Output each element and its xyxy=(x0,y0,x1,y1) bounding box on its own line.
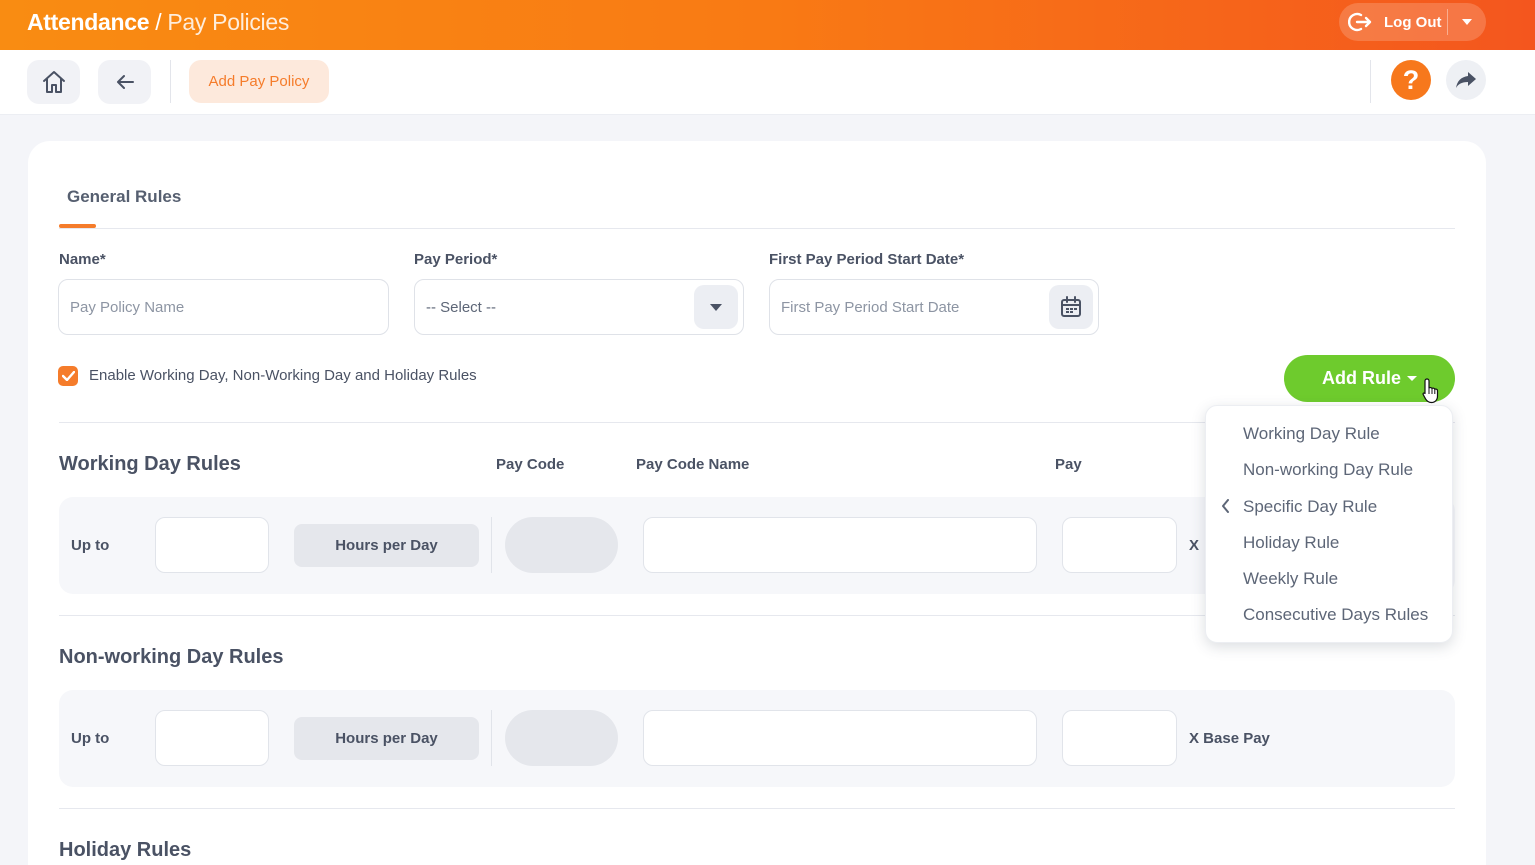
column-header-pay: Pay xyxy=(1055,456,1082,473)
chevron-left-icon xyxy=(1222,499,1229,513)
pay-multiplier-input[interactable] xyxy=(1062,517,1177,573)
working-day-rules-title: Working Day Rules xyxy=(59,453,241,475)
pay-code-field[interactable] xyxy=(505,517,618,573)
section-divider xyxy=(59,808,1455,809)
enable-rules-label[interactable]: Enable Working Day, Non-Working Day and … xyxy=(89,367,477,384)
base-pay-label: X Base Pay xyxy=(1189,730,1270,747)
back-button[interactable] xyxy=(98,60,151,104)
pointer-cursor-icon xyxy=(1422,378,1439,404)
help-button[interactable]: ? xyxy=(1391,60,1431,100)
column-header-pay-code-name: Pay Code Name xyxy=(636,456,750,473)
pay-period-label: Pay Period* xyxy=(414,251,498,268)
add-pay-policy-button[interactable]: Add Pay Policy xyxy=(189,60,329,103)
logout-icon xyxy=(1348,12,1372,32)
row-divider xyxy=(491,710,492,766)
pay-multiplier-input[interactable] xyxy=(1062,710,1177,766)
pay-code-name-input[interactable] xyxy=(643,710,1037,766)
toolbar-divider xyxy=(1370,60,1371,103)
up-to-label: Up to xyxy=(71,537,110,554)
tab-active-indicator xyxy=(59,224,96,228)
top-bar: Attendance / Pay Policies Log Out xyxy=(0,0,1535,50)
share-icon xyxy=(1456,72,1476,88)
multiplier-label: X xyxy=(1189,537,1200,554)
pay-code-field[interactable] xyxy=(505,710,618,766)
arrow-left-icon xyxy=(116,75,134,89)
caret-down-icon xyxy=(1462,19,1472,25)
breadcrumb-separator: / xyxy=(155,9,162,35)
menu-item-consecutive-days-rules[interactable]: Consecutive Days Rules xyxy=(1243,605,1428,625)
up-to-label: Up to xyxy=(71,730,110,747)
page-title: Attendance / Pay Policies xyxy=(27,9,289,36)
logout-group: Log Out xyxy=(1339,3,1486,41)
start-date-placeholder: First Pay Period Start Date xyxy=(781,298,960,316)
non-working-day-rule-row: Up to Hours per Day X Base Pay xyxy=(59,690,1455,787)
hours-input[interactable] xyxy=(155,710,269,766)
tab-general-rules[interactable]: General Rules xyxy=(67,187,181,207)
name-input[interactable]: Pay Policy Name xyxy=(58,279,389,335)
start-date-input[interactable]: First Pay Period Start Date xyxy=(769,279,1099,335)
name-label: Name* xyxy=(59,251,106,268)
menu-item-weekly-rule[interactable]: Weekly Rule xyxy=(1243,569,1338,589)
non-working-day-rules-title: Non-working Day Rules xyxy=(59,646,284,668)
logout-menu-toggle[interactable] xyxy=(1448,3,1486,41)
add-rule-menu: Working Day Rule Non-working Day Rule Sp… xyxy=(1205,405,1453,643)
column-header-pay-code: Pay Code xyxy=(496,456,565,473)
menu-item-holiday-rule[interactable]: Holiday Rule xyxy=(1243,533,1339,553)
help-icon: ? xyxy=(1402,64,1420,95)
holiday-rules-title: Holiday Rules xyxy=(59,839,192,861)
pay-code-name-input[interactable] xyxy=(643,517,1037,573)
add-rule-label: Add Rule xyxy=(1322,368,1401,388)
calendar-icon xyxy=(1061,296,1081,317)
menu-item-working-day-rule[interactable]: Working Day Rule xyxy=(1243,424,1380,444)
home-icon xyxy=(42,71,65,93)
caret-down-icon xyxy=(710,303,722,311)
checkmark-icon xyxy=(61,371,75,381)
menu-item-specific-day-rule[interactable]: Specific Day Rule xyxy=(1243,497,1377,517)
breadcrumb-app[interactable]: Attendance xyxy=(27,9,150,35)
toolbar-divider xyxy=(170,60,171,103)
toolbar: Add Pay Policy xyxy=(0,50,1535,115)
share-button[interactable] xyxy=(1446,60,1486,100)
pay-period-dropdown-toggle[interactable] xyxy=(694,285,738,329)
breadcrumb-section: Pay Policies xyxy=(167,9,290,35)
hours-per-day-select[interactable]: Hours per Day xyxy=(294,524,479,567)
calendar-button[interactable] xyxy=(1049,285,1093,329)
enable-rules-checkbox[interactable] xyxy=(58,366,78,386)
pay-period-select[interactable]: -- Select -- xyxy=(414,279,744,335)
caret-down-icon xyxy=(1407,376,1417,381)
tab-bar: General Rules xyxy=(59,175,1455,229)
home-button[interactable] xyxy=(27,60,80,104)
row-divider xyxy=(491,517,492,573)
logout-button[interactable]: Log Out xyxy=(1339,3,1447,41)
logout-label: Log Out xyxy=(1384,13,1442,31)
hours-input[interactable] xyxy=(155,517,269,573)
start-date-label: First Pay Period Start Date* xyxy=(769,251,965,268)
hours-per-day-select[interactable]: Hours per Day xyxy=(294,717,479,760)
menu-item-non-working-day-rule[interactable]: Non-working Day Rule xyxy=(1243,460,1413,480)
pay-period-value: -- Select -- xyxy=(426,298,497,316)
